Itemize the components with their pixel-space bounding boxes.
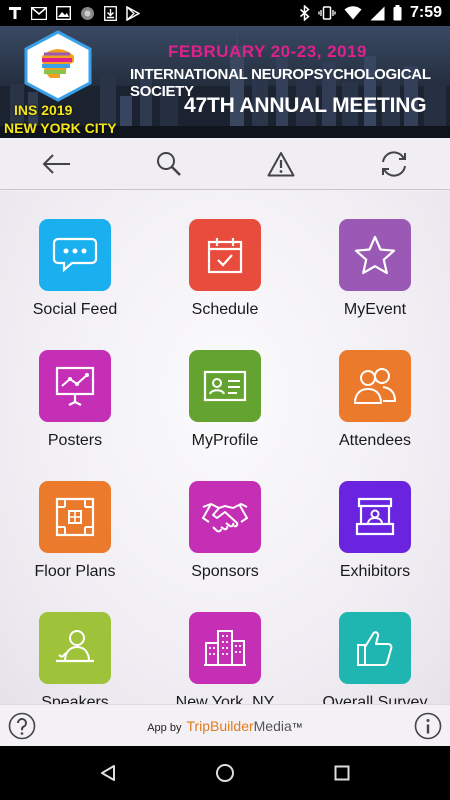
alert-icon [267, 151, 295, 176]
brand-tripbuilder: TripBuilder [186, 717, 254, 734]
info-icon [414, 712, 442, 740]
bluetooth-icon [299, 5, 310, 21]
vibrate-icon [318, 6, 336, 20]
recents-square-icon [334, 765, 350, 781]
tile-label: Social Feed [32, 301, 118, 318]
play-store-icon [126, 5, 140, 21]
tile-exhibitors[interactable]: Exhibitors [300, 481, 450, 612]
trademark-mark: ™ [291, 721, 303, 734]
tile-icon-box [339, 481, 411, 553]
wifi-icon [344, 6, 362, 20]
event-tag: INS 2019 [14, 102, 73, 118]
image-icon [56, 6, 71, 20]
speaker-podium-icon [56, 630, 94, 663]
tile-label: Overall Survey [322, 694, 428, 704]
tile-icon-box [189, 350, 261, 422]
tile-icon-box [339, 612, 411, 684]
sync-button[interactable] [370, 142, 418, 186]
t-icon [8, 6, 22, 20]
people-icon [353, 368, 397, 404]
menu-grid: Social Feed Schedule MyEvent Posters MyP… [0, 219, 450, 704]
footer-bar: App by TripBuilderMedia™ [0, 704, 450, 746]
calendar-check-icon [207, 238, 243, 274]
tile-posters[interactable]: Posters [0, 350, 150, 481]
gmail-icon [31, 6, 47, 20]
chat-bubbles-icon [52, 237, 98, 273]
back-triangle-icon [101, 765, 116, 781]
tile-label: Exhibitors [339, 563, 411, 580]
tile-schedule[interactable]: Schedule [150, 219, 300, 350]
system-home-button[interactable] [205, 753, 245, 793]
tile-icon-box [39, 350, 111, 422]
tile-icon-box [339, 350, 411, 422]
home-circle-icon [215, 764, 234, 782]
system-nav-bar [0, 746, 450, 800]
brand-media: Media [253, 717, 292, 734]
tile-sponsors[interactable]: Sponsors [150, 481, 300, 612]
tile-new-york[interactable]: New York, NY [150, 612, 300, 704]
tile-label: Posters [47, 432, 103, 449]
tile-attendees[interactable]: Attendees [300, 350, 450, 481]
event-banner: FEBRUARY 20-23, 2019 INTERNATIONAL NEURO… [0, 26, 450, 138]
circle-icon [80, 6, 95, 21]
download-icon [104, 5, 117, 21]
tile-icon-box [39, 219, 111, 291]
tile-speakers[interactable]: Speakers [0, 612, 150, 704]
search-icon [156, 151, 181, 176]
presentation-board-icon [55, 366, 95, 406]
alerts-button[interactable] [257, 142, 305, 186]
ins-logo-icon [24, 30, 92, 102]
tile-icon-box [189, 219, 261, 291]
menu-content: Social Feed Schedule MyEvent Posters MyP… [0, 191, 450, 704]
tile-overall-survey[interactable]: Overall Survey [300, 612, 450, 704]
info-button[interactable] [414, 712, 442, 745]
system-back-button[interactable] [88, 753, 128, 793]
powered-by[interactable]: App by TripBuilderMedia™ [147, 718, 303, 734]
id-card-icon [203, 370, 247, 402]
event-city: NEW YORK CITY [4, 120, 117, 136]
help-button[interactable] [8, 712, 36, 745]
tile-icon-box [39, 612, 111, 684]
system-recents-button[interactable] [322, 753, 362, 793]
sync-icon [381, 150, 406, 177]
back-arrow-icon [42, 153, 71, 174]
tile-myevent[interactable]: MyEvent [300, 219, 450, 350]
signal-icon [370, 6, 385, 21]
tile-label: Speakers [41, 694, 109, 704]
tile-label: MyEvent [343, 301, 407, 318]
tile-label: Attendees [338, 432, 412, 449]
tile-icon-box [39, 481, 111, 553]
tile-icon-box [189, 481, 261, 553]
toolbar [0, 138, 450, 190]
tile-floor-plans[interactable]: Floor Plans [0, 481, 150, 612]
battery-icon [393, 5, 402, 21]
back-button[interactable] [32, 142, 80, 186]
clock-time: 7:59 [409, 4, 442, 21]
tile-icon-box [339, 219, 411, 291]
tile-label: Sponsors [191, 563, 259, 580]
tile-label: New York, NY [175, 694, 275, 704]
tile-label: Floor Plans [34, 563, 116, 580]
app-by-label: App by [147, 721, 182, 734]
event-date: FEBRUARY 20-23, 2019 [168, 42, 367, 61]
tile-icon-box [189, 612, 261, 684]
help-icon [8, 712, 36, 740]
tile-myprofile[interactable]: MyProfile [150, 350, 300, 481]
tile-label: MyProfile [191, 432, 259, 449]
floor-plan-icon [55, 497, 95, 537]
booth-icon [355, 497, 395, 536]
status-bar: 7:59 [0, 0, 450, 26]
search-button[interactable] [145, 142, 193, 186]
star-icon [354, 235, 396, 275]
thumbs-up-icon [357, 631, 393, 666]
meeting-title: 47TH ANNUAL MEETING [184, 94, 427, 117]
handshake-icon [201, 502, 249, 533]
tile-label: Schedule [191, 301, 259, 318]
tile-social-feed[interactable]: Social Feed [0, 219, 150, 350]
city-buildings-icon [204, 630, 246, 666]
